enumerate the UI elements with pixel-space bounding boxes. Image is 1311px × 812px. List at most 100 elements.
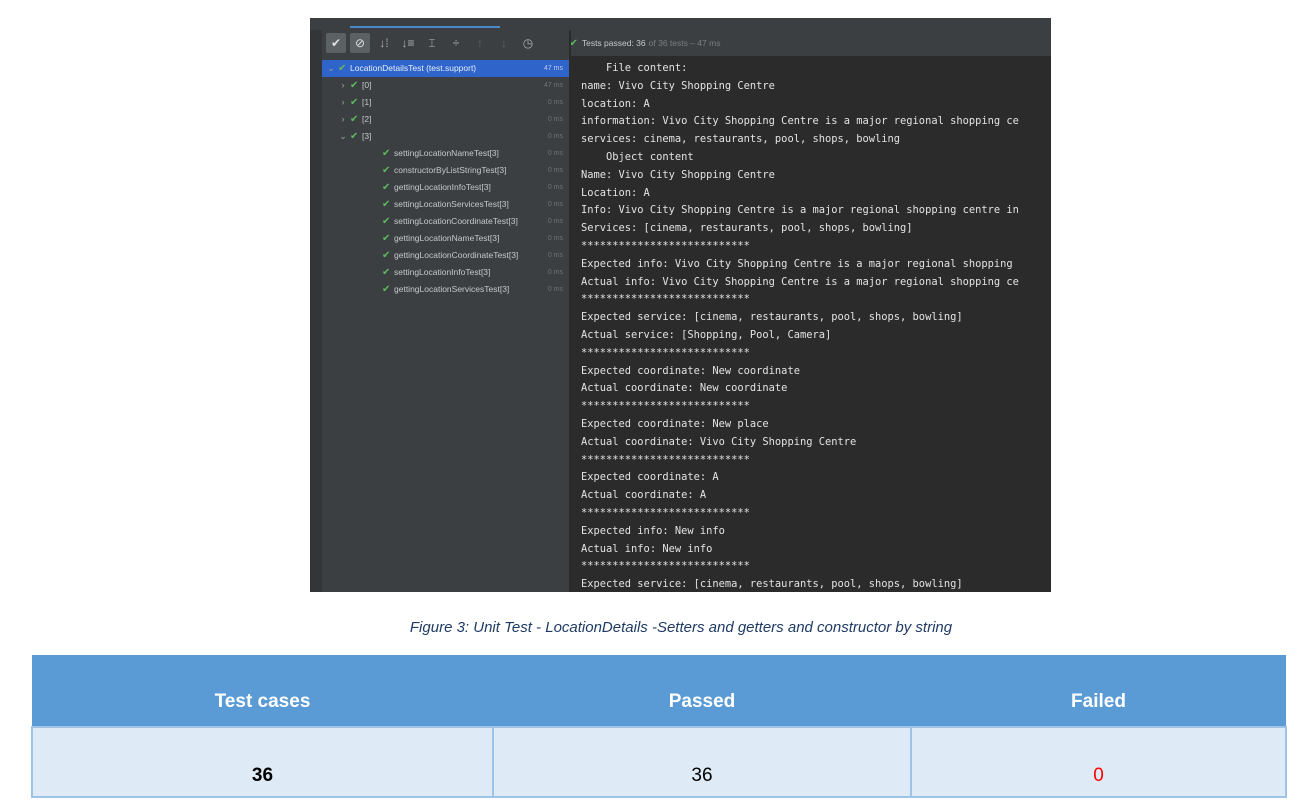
console-line: Expected service: [cinema, restaurants, …: [581, 311, 963, 324]
sort-duration-icon[interactable]: ↓≡: [398, 33, 418, 53]
figure-caption: Figure 3: Unit Test - LocationDetails -S…: [409, 619, 953, 636]
passed-check-icon: ✔: [338, 63, 347, 74]
test-tree: ⌄ ✔ LocationDetailsTest (test.support) 47 m…: [322, 60, 569, 298]
tree-row-duration: 0 ms: [547, 99, 563, 106]
tree-row-label: [2]: [362, 114, 372, 124]
tree-row-duration: 47 ms: [543, 65, 563, 72]
tree-row[interactable]: ✔ settingLocationCoordinateTest[3] 0 ms: [322, 213, 569, 230]
tree-row-duration: 0 ms: [547, 286, 563, 293]
console-line: ***************************: [581, 293, 750, 306]
tree-row[interactable]: › ✔ [0] 47 ms: [322, 77, 569, 94]
sort-alpha-icon[interactable]: ↓⁞: [374, 33, 394, 53]
history-icon[interactable]: ◷: [518, 33, 538, 53]
tree-row[interactable]: ✔ gettingLocationCoordinateTest[3] 0 ms: [322, 247, 569, 264]
tree-row-duration: 0 ms: [547, 269, 563, 276]
passed-check-icon: ✔: [382, 182, 391, 193]
passed-check-icon: ✔: [571, 37, 578, 49]
tree-row-label: LocationDetailsTest (test.support): [350, 63, 477, 73]
tree-row-label: settingLocationNameTest[3]: [394, 148, 499, 158]
results-table: Test cases Passed Failed 36 36 0: [31, 655, 1287, 798]
tree-row-label: settingLocationServicesTest[3]: [394, 199, 509, 209]
tree-row-duration: 0 ms: [547, 150, 563, 157]
tree-row-label: gettingLocationServicesTest[3]: [394, 284, 510, 294]
tree-row-label: settingLocationInfoTest[3]: [394, 267, 491, 277]
tree-row[interactable]: ✔ settingLocationServicesTest[3] 0 ms: [322, 196, 569, 213]
console-line: Info: Vivo City Shopping Centre is a maj…: [581, 204, 1019, 217]
console-line: Expected coordinate: New coordinate: [581, 364, 800, 377]
header-passed: Passed: [493, 655, 911, 727]
passed-check-icon: ✔: [382, 165, 391, 176]
tool-window-gutter: [310, 30, 322, 592]
console-line: location: A: [581, 97, 650, 110]
next-test-icon[interactable]: ↓: [494, 33, 514, 53]
tree-row[interactable]: ✔ gettingLocationNameTest[3] 0 ms: [322, 230, 569, 247]
passed-check-icon: ✔: [382, 267, 391, 278]
console-line: information: Vivo City Shopping Centre i…: [581, 115, 1019, 128]
console-line: Name: Vivo City Shopping Centre: [581, 168, 775, 181]
chevron-down-icon[interactable]: ⌄: [338, 128, 348, 145]
console-line: File content:: [581, 62, 688, 74]
chevron-right-icon[interactable]: ›: [338, 77, 348, 94]
tree-row-duration: 0 ms: [547, 235, 563, 242]
tree-row[interactable]: ✔ gettingLocationServicesTest[3] 0 ms: [322, 281, 569, 298]
tree-row[interactable]: › ✔ [1] 0 ms: [322, 94, 569, 111]
console-line: ***************************: [581, 506, 750, 519]
test-status-bar: » ✔ Tests passed: 36 of 36 tests – 47 ms: [571, 30, 1051, 56]
passed-check-icon: ✔: [350, 131, 359, 142]
tree-row-label: gettingLocationNameTest[3]: [394, 233, 500, 243]
console-line: ***************************: [581, 400, 750, 413]
passed-check-icon: ✔: [350, 80, 359, 91]
tree-row-label: gettingLocationInfoTest[3]: [394, 182, 491, 192]
console-line: Expected coordinate: A: [581, 471, 719, 484]
results-header-row: Test cases Passed Failed: [32, 655, 1286, 727]
tree-row-label: gettingLocationCoordinateTest[3]: [394, 250, 519, 260]
console-line: Expected info: Vivo City Shopping Centre…: [581, 257, 1013, 270]
check-toggle-icon[interactable]: ✔: [326, 33, 346, 53]
passed-check-icon: ✔: [382, 250, 391, 261]
console-line: ***************************: [581, 560, 750, 573]
console-output: File content: name: Vivo City Shopping Ce…: [581, 60, 1051, 592]
tree-row[interactable]: ✔ settingLocationNameTest[3] 0 ms: [322, 145, 569, 162]
console-line: services: cinema, restaurants, pool, sho…: [581, 133, 901, 146]
value-failed: 0: [910, 726, 1287, 798]
console-line: Actual info: New info: [581, 542, 713, 555]
tests-passed-detail: of 36 tests – 47 ms: [648, 38, 721, 48]
tree-row-label: [3]: [362, 131, 372, 141]
console-line: Expected info: New info: [581, 524, 725, 537]
tree-row[interactable]: ✔ settingLocationInfoTest[3] 0 ms: [322, 264, 569, 281]
tests-passed-label: Tests passed: 36: [581, 38, 646, 48]
chevron-right-icon[interactable]: ›: [338, 111, 348, 128]
tree-row-duration: 0 ms: [547, 167, 563, 174]
console-line: Actual service: [Shopping, Pool, Camera]: [581, 328, 832, 341]
console-line: Location: A: [581, 186, 650, 199]
passed-check-icon: ✔: [382, 199, 391, 210]
passed-check-icon: ✔: [382, 148, 391, 159]
test-tree-panel: ✔ ⊘ ↓⁞ ↓≡ ⌶ ÷ ↑ ↓ ◷ ⌄ ✔ LocationDetailsTes…: [310, 30, 569, 592]
tree-row-label: constructorByListStringTest[3]: [394, 165, 507, 175]
expand-all-icon[interactable]: ⌶: [422, 33, 442, 53]
console-line: Object content: [581, 150, 694, 163]
chevron-down-icon[interactable]: ⌄: [326, 60, 336, 77]
tree-row[interactable]: ✔ gettingLocationInfoTest[3] 0 ms: [322, 179, 569, 196]
previous-test-icon[interactable]: ↑: [470, 33, 490, 53]
console-line: ***************************: [581, 239, 750, 252]
chevron-right-icon[interactable]: ›: [338, 94, 348, 111]
tree-row[interactable]: ⌄ ✔ [3] 0 ms: [322, 128, 569, 145]
passed-check-icon: ✔: [350, 114, 359, 125]
ide-screenshot: ✔ ⊘ ↓⁞ ↓≡ ⌶ ÷ ↑ ↓ ◷ ⌄ ✔ LocationDetailsTes…: [310, 18, 1051, 592]
tree-row[interactable]: ⌄ ✔ LocationDetailsTest (test.support) 47 m…: [322, 60, 569, 77]
tree-row-duration: 0 ms: [547, 184, 563, 191]
passed-check-icon: ✔: [382, 233, 391, 244]
console-line: Actual info: Vivo City Shopping Centre i…: [581, 275, 1019, 288]
collapse-all-icon[interactable]: ÷: [446, 33, 466, 53]
value-test-cases: 36: [31, 726, 494, 798]
tree-row[interactable]: ✔ constructorByListStringTest[3] 0 ms: [322, 162, 569, 179]
console-line: ***************************: [581, 346, 750, 359]
tree-row-duration: 0 ms: [547, 218, 563, 225]
active-tab-indicator: [350, 18, 500, 30]
tree-row-label: [0]: [362, 80, 372, 90]
tree-row-duration: 0 ms: [547, 252, 563, 259]
cancel-toggle-icon[interactable]: ⊘: [350, 33, 370, 53]
ide-tab-strip: [310, 18, 1051, 30]
tree-row[interactable]: › ✔ [2] 0 ms: [322, 111, 569, 128]
